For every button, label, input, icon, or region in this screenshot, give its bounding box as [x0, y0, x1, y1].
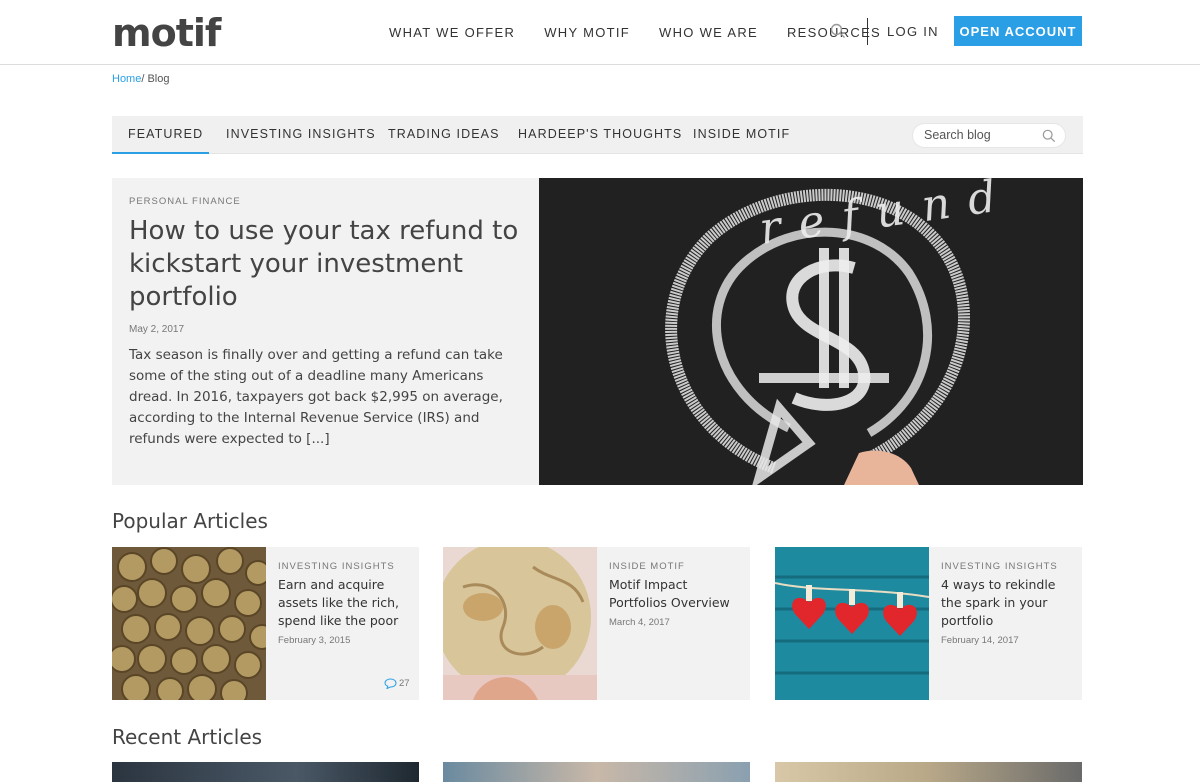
article-category[interactable]: INVESTING INSIGHTS [278, 561, 395, 572]
article-category[interactable]: INVESTING INSIGHTS [941, 561, 1058, 572]
popular-article-card[interactable]: INSIDE MOTIF Motif Impact Portfolios Ove… [443, 547, 750, 700]
tab-featured[interactable]: FEATURED [112, 116, 209, 154]
breadcrumb-current: Blog [147, 73, 170, 85]
nav-who-we-are[interactable]: WHO WE ARE [659, 25, 758, 40]
featured-title[interactable]: How to use your tax refund to kickstart … [129, 215, 529, 314]
hearts-thumbnail [775, 547, 929, 700]
search-icon[interactable] [1042, 129, 1056, 143]
popular-article-card[interactable]: INVESTING INSIGHTS Earn and acquire asse… [112, 547, 419, 700]
globe-thumbnail [443, 547, 597, 700]
recent-articles-heading: Recent Articles [112, 725, 263, 749]
featured-date: May 2, 2017 [129, 324, 185, 335]
recent-article-thumbnail[interactable] [112, 762, 419, 782]
nav-what-we-offer[interactable]: WHAT WE OFFER [389, 25, 515, 40]
breadcrumb: Home/ Blog [112, 73, 170, 85]
article-title[interactable]: Earn and acquire assets like the rich, s… [278, 576, 412, 630]
featured-excerpt: Tax season is finally over and getting a… [129, 347, 503, 447]
nav-why-motif[interactable]: WHY MOTIF [544, 25, 630, 40]
article-date: March 4, 2017 [609, 617, 670, 628]
chalkboard-refund-image: refund [539, 178, 1083, 485]
breadcrumb-home[interactable]: Home [112, 73, 141, 85]
comment-count-value: 27 [399, 678, 410, 689]
login-link[interactable]: LOG IN [887, 24, 939, 39]
open-account-button[interactable]: OPEN ACCOUNT [954, 16, 1082, 46]
comment-icon [384, 678, 397, 689]
tab-hardeeps-thoughts[interactable]: HARDEEP'S THOUGHTS [518, 116, 682, 154]
blog-search [912, 123, 1066, 148]
article-date: February 3, 2015 [278, 635, 351, 646]
blog-search-input[interactable] [924, 128, 1034, 142]
coins-image[interactable] [112, 547, 266, 700]
popular-articles-heading: Popular Articles [112, 509, 268, 533]
article-category[interactable]: INSIDE MOTIF [609, 561, 685, 572]
hearts-image[interactable] [775, 547, 929, 700]
globe-image[interactable] [443, 547, 597, 700]
comment-count[interactable]: 27 [384, 678, 410, 689]
tab-inside-motif[interactable]: INSIDE MOTIF [693, 116, 790, 154]
site-header: motif WHAT WE OFFER WHY MOTIF WHO WE ARE… [0, 0, 1200, 65]
featured-image[interactable]: refund [539, 178, 1083, 485]
tab-trading-ideas[interactable]: TRADING IDEAS [388, 116, 500, 154]
tab-investing-insights[interactable]: INVESTING INSIGHTS [226, 116, 376, 154]
popular-article-card[interactable]: INVESTING INSIGHTS 4 ways to rekindle th… [775, 547, 1082, 700]
search-icon[interactable] [830, 23, 846, 39]
article-title[interactable]: Motif Impact Portfolios Overview [609, 576, 743, 612]
category-bar: FEATURED INVESTING INSIGHTS TRADING IDEA… [112, 116, 1083, 154]
featured-article[interactable]: PERSONAL FINANCE How to use your tax ref… [112, 178, 539, 485]
featured-category[interactable]: PERSONAL FINANCE [129, 196, 241, 207]
recent-article-thumbnail[interactable] [775, 762, 1082, 782]
article-date: February 14, 2017 [941, 635, 1019, 646]
coins-thumbnail [112, 547, 266, 700]
nav-divider [867, 18, 868, 45]
article-title[interactable]: 4 ways to rekindle the spark in your por… [941, 576, 1075, 630]
recent-article-thumbnail[interactable] [443, 762, 750, 782]
motif-logo[interactable]: motif [112, 11, 221, 55]
